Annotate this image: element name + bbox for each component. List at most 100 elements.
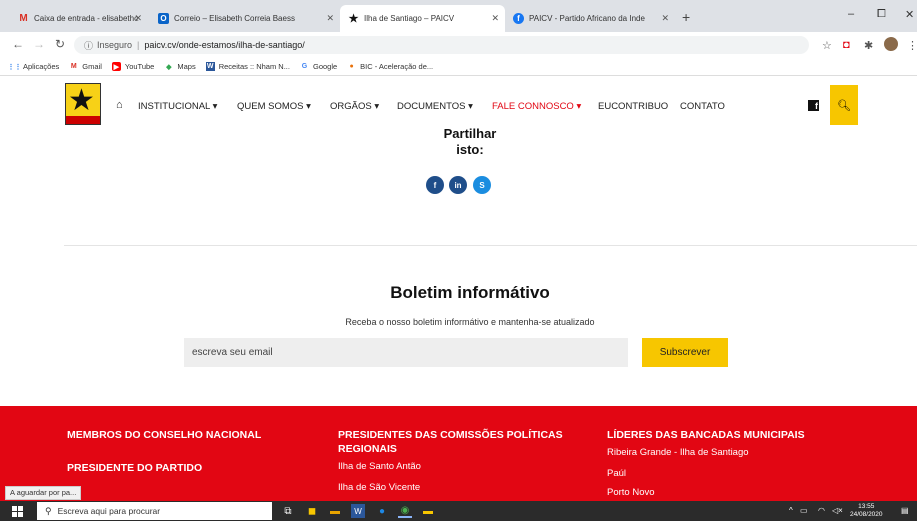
bookmark-star-icon[interactable]: ☆ xyxy=(822,39,832,52)
pocket-extension-icon[interactable]: ◘ xyxy=(843,39,850,51)
apps-icon: ⋮⋮ xyxy=(7,63,22,71)
tab-title: Correio – Elisabeth Correia Baess xyxy=(174,14,295,23)
newsletter-subtitle: Receba o nosso boletim informátivo e man… xyxy=(345,317,595,327)
url-text: paicv.cv/onde-estamos/ilha-de-santiago/ xyxy=(144,40,305,50)
email-input[interactable] xyxy=(184,338,628,367)
youtube-icon: ▶ xyxy=(111,62,121,71)
bookmark-maps[interactable]: ◆ Maps xyxy=(164,62,196,71)
tab-gmail[interactable]: M Caixa de entrada - elisabethc.mc ✕ xyxy=(10,5,148,32)
close-window-button[interactable]: ✕ xyxy=(905,8,914,21)
avatar[interactable] xyxy=(884,37,898,51)
taskbar-search-box[interactable]: ⚲ Escreva aqui para procurar xyxy=(37,502,272,520)
share-skype-icon[interactable]: S xyxy=(473,176,491,194)
forward-arrow-icon[interactable]: → xyxy=(33,37,45,51)
word-icon[interactable]: W xyxy=(351,504,365,518)
tab-outlook[interactable]: O Correio – Elisabeth Correia Baess ✕ xyxy=(150,5,340,32)
clock-date: 24/08/2020 xyxy=(850,511,883,518)
footer-link[interactable]: Ilha de Santo Antão xyxy=(338,461,421,472)
tab-title: PAICV - Partido Africano da Inde xyxy=(529,14,645,23)
bookmark-youtube[interactable]: ▶ YouTube xyxy=(111,62,155,71)
nav-eucontribuo[interactable]: EUCONTRIBUO xyxy=(598,101,668,112)
nav-orgaos[interactable]: ORGÃOS ▾ xyxy=(330,101,379,112)
bookmark-google[interactable]: G Google xyxy=(300,62,337,71)
bookmark-apps[interactable]: ⋮⋮ Aplicações xyxy=(7,62,60,71)
home-icon[interactable]: ⌂ xyxy=(116,99,123,111)
footer-heading-conselho[interactable]: MEMBROS DO CONSELHO NACIONAL xyxy=(67,428,261,442)
close-tab-icon[interactable]: ✕ xyxy=(661,13,669,24)
status-tooltip: A aguardar por pa... xyxy=(5,486,82,500)
bookmark-label: YouTube xyxy=(124,62,155,71)
nav-fale-connosco[interactable]: FALE CONNOSCO ▾ xyxy=(492,101,581,112)
subscribe-button[interactable]: Subscrever xyxy=(642,338,728,367)
browser-tab-bar: M Caixa de entrada - elisabethc.mc ✕ O C… xyxy=(0,0,917,32)
search-icon: ⚲ xyxy=(45,505,52,516)
google-icon: G xyxy=(301,63,308,70)
tab-facebook-paicv[interactable]: f PAICV - Partido Africano da Inde ✕ xyxy=(505,5,675,32)
close-tab-icon[interactable]: ✕ xyxy=(326,13,334,24)
minimize-button[interactable]: – xyxy=(848,8,854,20)
nav-documentos[interactable]: DOCUMENTOS ▾ xyxy=(397,101,473,112)
footer-heading-presidente[interactable]: PRESIDENTE DO PARTIDO xyxy=(67,461,202,475)
bookmark-label: Aplicações xyxy=(23,62,60,71)
edge-icon[interactable]: ● xyxy=(375,504,389,518)
nav-institucional[interactable]: INSTITUCIONAL ▾ xyxy=(138,101,217,112)
footer-heading-comissoes[interactable]: PRESIDENTES DAS COMISSÕES POLÍTICAS REGI… xyxy=(338,428,588,456)
tab-title: Ilha de Santiago – PAICV xyxy=(364,14,455,23)
close-tab-icon[interactable]: ✕ xyxy=(134,13,142,24)
volume-icon[interactable]: ◁× xyxy=(832,506,843,515)
bookmark-bic[interactable]: ● BIC - Aceleração de... xyxy=(347,62,434,71)
clock[interactable]: 13:55 24/08/2020 xyxy=(850,503,883,519)
maximize-button[interactable]: ⧠ xyxy=(877,8,886,21)
tray-chevron-icon[interactable]: ^ xyxy=(789,506,793,515)
store-icon[interactable]: ◼ xyxy=(305,504,319,518)
bookmark-label: Maps xyxy=(177,62,196,71)
windows-start-icon[interactable] xyxy=(12,506,23,517)
network-icon[interactable]: ▭ xyxy=(800,506,808,515)
gmail-icon: M xyxy=(19,13,28,24)
star-icon: ★ xyxy=(68,84,95,117)
tab-ilha-de-santiago[interactable]: ★ Ilha de Santiago – PAICV ✕ xyxy=(340,5,505,32)
windows-taskbar: ⚲ Escreva aqui para procurar ⧉ ◼ ▬ W ● ◉… xyxy=(0,501,917,521)
menu-dots-icon[interactable]: ⋮ xyxy=(907,39,917,52)
separator: | xyxy=(137,40,140,50)
new-tab-button[interactable]: + xyxy=(682,9,690,25)
browser-toolbar: ← → ↻ ⓘ Inseguro | paicv.cv/onde-estamos… xyxy=(0,32,917,58)
paicv-logo[interactable]: ★ xyxy=(65,83,101,125)
footer-link[interactable]: Porto Novo xyxy=(607,487,655,498)
back-arrow-icon[interactable]: ← xyxy=(12,37,24,51)
footer-heading-bancadas[interactable]: LÍDERES DAS BANCADAS MUNICIPAIS xyxy=(607,428,805,442)
facebook-icon: f xyxy=(513,13,524,24)
notifications-icon[interactable]: ▤ xyxy=(901,506,909,515)
bookmark-receitas[interactable]: W Receitas :: Nham N... xyxy=(205,62,290,71)
footer-link[interactable]: Ribeira Grande - Ilha de Santiago xyxy=(607,447,749,458)
share-label: Partilhar isto: xyxy=(420,126,520,158)
gmail-icon: M xyxy=(70,63,77,70)
share-linkedin-icon[interactable]: in xyxy=(449,176,467,194)
close-tab-icon[interactable]: ✕ xyxy=(491,13,499,24)
chrome-icon[interactable]: ◉ xyxy=(398,504,412,518)
bookmark-gmail[interactable]: M Gmail xyxy=(69,62,102,71)
security-label: Inseguro xyxy=(97,40,133,50)
bookmark-label: Receitas :: Nham N... xyxy=(218,62,290,71)
share-label-line1: Partilhar xyxy=(443,126,497,141)
footer-link[interactable]: Ilha de São Vicente xyxy=(338,482,420,493)
footer-link[interactable]: Paúl xyxy=(607,468,626,479)
extensions-icon[interactable]: ✱ xyxy=(864,39,873,52)
file-explorer-icon[interactable]: ▬ xyxy=(328,504,342,518)
share-label-line2: isto: xyxy=(456,142,484,157)
facebook-icon[interactable]: f xyxy=(808,100,819,111)
search-button[interactable]: 🔍︎ xyxy=(830,85,858,125)
nav-quem-somos[interactable]: QUEM SOMOS ▾ xyxy=(237,101,311,112)
bookmark-label: Google xyxy=(312,62,338,71)
address-bar[interactable]: ⓘ Inseguro | paicv.cv/onde-estamos/ilha-… xyxy=(74,36,809,54)
info-icon[interactable]: ⓘ xyxy=(84,39,93,52)
wifi-icon[interactable]: ◠ xyxy=(818,506,825,515)
taskbar-search-placeholder: Escreva aqui para procurar xyxy=(57,506,161,516)
folder-icon[interactable]: ▬ xyxy=(421,504,435,518)
nav-contato[interactable]: CONTATO xyxy=(680,101,725,112)
share-facebook-icon[interactable]: f xyxy=(426,176,444,194)
task-view-icon[interactable]: ⧉ xyxy=(281,504,295,518)
reload-icon[interactable]: ↻ xyxy=(55,37,65,51)
logo-red-band xyxy=(66,116,100,124)
word-icon: W xyxy=(205,62,215,71)
